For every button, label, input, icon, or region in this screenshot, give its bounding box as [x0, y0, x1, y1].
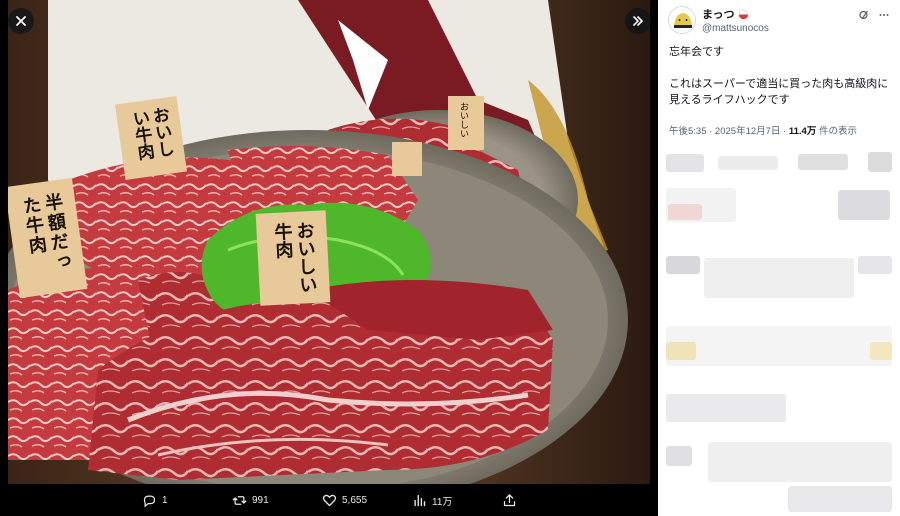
blur-block [668, 204, 702, 220]
blur-block [666, 256, 700, 274]
views-button[interactable]: 11万 [412, 484, 452, 516]
post-meta: 午後5:35 · 2025年12月7日 · 11.4万 件の表示 [669, 123, 857, 137]
view-suffix: 件の表示 [816, 126, 857, 137]
display-name-text: まっつ [702, 9, 735, 21]
repost-icon [232, 495, 247, 505]
blur-block [788, 486, 892, 512]
blur-block [718, 156, 778, 170]
blur-block [666, 446, 692, 466]
repost-button[interactable]: 991 [232, 484, 269, 516]
avatar-image [669, 7, 695, 33]
blur-block [708, 442, 892, 482]
avatar[interactable] [668, 6, 696, 34]
post-line-2: これはスーパーで適当に買った肉も高級肉に見えるライフハックです [669, 78, 889, 106]
blur-block [838, 190, 890, 220]
blur-block [798, 154, 848, 170]
meat-platter-image [8, 0, 650, 484]
grok-icon[interactable] [858, 9, 870, 21]
blur-block [870, 342, 892, 360]
like-count: 5,655 [342, 494, 368, 506]
share-button[interactable] [502, 484, 517, 516]
post-text: 忘年会です これはスーパーで適当に買った肉も高級肉に見えるライフハックです [669, 44, 891, 108]
blur-block [868, 152, 892, 172]
view-count: 11.4万 [788, 126, 817, 137]
author-block: まっつ @mattsunocos [668, 6, 769, 34]
more-icon[interactable] [878, 9, 890, 21]
post-line-1: 忘年会です [669, 46, 724, 58]
card-top-text: おいしい牛肉 [127, 105, 175, 162]
reply-button[interactable]: 1 [142, 484, 168, 516]
close-icon [16, 16, 26, 26]
display-name[interactable]: まっつ [702, 6, 769, 22]
post-sidebar: まっつ @mattsunocos 忘年会です これはスーパーで適当に買った肉も高… [658, 0, 900, 516]
heart-icon [322, 494, 337, 506]
blur-block [666, 154, 704, 172]
action-bar: 1 991 5,655 11万 [0, 484, 658, 516]
handle[interactable]: @mattsunocos [702, 23, 769, 34]
like-button[interactable]: 5,655 [322, 484, 367, 516]
repost-count: 991 [252, 494, 269, 506]
media-viewer: 半額だった牛肉 おいしい牛肉 おいしい牛肉 おいしい 1 991 5,655 1… [0, 0, 658, 516]
blur-block [666, 342, 696, 360]
expand-button[interactable] [625, 8, 651, 34]
share-icon [503, 493, 516, 506]
views-count: 11万 [432, 496, 453, 508]
flag-emoji-icon [738, 9, 748, 19]
blur-block [666, 394, 786, 422]
blur-block [666, 326, 892, 366]
card-middle-text: おいしい牛肉 [271, 220, 318, 294]
views-icon [414, 494, 426, 506]
post-time[interactable]: 午後5:35 · 2025年12月7日 · [669, 126, 789, 137]
blur-block [858, 256, 892, 274]
reply-icon [143, 495, 156, 507]
chevrons-right-icon [633, 16, 643, 26]
close-button[interactable] [8, 8, 34, 34]
reply-count: 1 [162, 494, 168, 506]
blur-block [704, 258, 854, 298]
blurred-replies [658, 146, 900, 516]
card-back-text: おいしい [458, 102, 468, 138]
post-photo: 半額だった牛肉 おいしい牛肉 おいしい牛肉 おいしい [8, 0, 650, 484]
